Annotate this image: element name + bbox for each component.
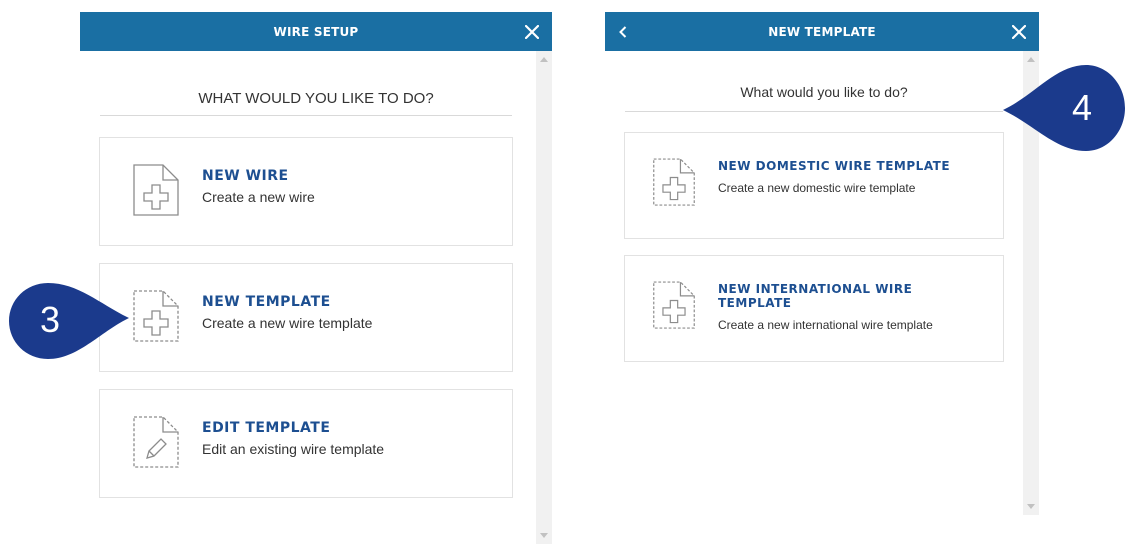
- scroll-down-arrow[interactable]: [536, 528, 552, 544]
- option-subtitle: Create a new wire template: [202, 315, 373, 331]
- new-wire-option[interactable]: NEW WIRE Create a new wire: [99, 137, 513, 246]
- close-icon: [525, 24, 539, 39]
- dashed-document-plus-icon: [651, 280, 697, 337]
- callout-label: 3: [39, 299, 61, 340]
- option-title: NEW WIRE: [202, 168, 289, 184]
- panel-header: WIRE SETUP: [80, 12, 552, 51]
- option-text: NEW WIRE Create a new wire: [202, 168, 315, 205]
- dashed-document-plus-icon: [651, 157, 697, 214]
- option-subtitle: Edit an existing wire template: [202, 441, 385, 457]
- option-text: NEW TEMPLATE Create a new wire template: [202, 294, 372, 331]
- new-international-wire-template-option[interactable]: NEW INTERNATIONAL WIRE TEMPLATE Create a…: [624, 255, 1004, 362]
- document-plus-icon: [131, 164, 181, 223]
- prompt-question: WHAT WOULD YOU LIKE TO DO?: [198, 90, 434, 107]
- panel-title: NEW TEMPLATE: [768, 24, 876, 39]
- new-template-panel: NEW TEMPLATE What would you like to do? …: [605, 12, 1039, 515]
- dashed-document-pencil-icon: [131, 416, 181, 475]
- option-text: EDIT TEMPLATE Edit an existing wire temp…: [202, 420, 384, 457]
- new-domestic-wire-template-option[interactable]: NEW DOMESTIC WIRE TEMPLATE Create a new …: [624, 132, 1004, 239]
- option-subtitle: Create a new wire: [202, 189, 315, 205]
- panel-title: WIRE SETUP: [273, 24, 359, 39]
- callout-badge-4: 4: [1002, 64, 1126, 152]
- option-title: NEW TEMPLATE: [202, 294, 331, 310]
- back-button[interactable]: [611, 12, 635, 51]
- prompt-question: What would you like to do?: [740, 84, 908, 100]
- dashed-document-plus-icon: [131, 290, 181, 349]
- close-button[interactable]: [512, 12, 552, 51]
- option-title: NEW INTERNATIONAL WIRE TEMPLATE: [718, 282, 913, 310]
- scroll-down-arrow[interactable]: [1023, 499, 1039, 515]
- panel-header: NEW TEMPLATE: [605, 12, 1039, 51]
- chevron-left-icon: [619, 25, 627, 38]
- scroll-up-arrow[interactable]: [536, 51, 552, 67]
- option-subtitle: Create a new international wire template: [718, 318, 933, 332]
- wire-setup-panel: WIRE SETUP WHAT WOULD YOU LIKE TO DO? NE…: [80, 12, 552, 544]
- callout-badge-3: 3: [8, 282, 130, 360]
- option-text: NEW DOMESTIC WIRE TEMPLATE Create a new …: [718, 159, 958, 195]
- close-button[interactable]: [999, 12, 1039, 51]
- scrollbar[interactable]: [536, 51, 552, 544]
- divider: [100, 115, 512, 116]
- option-title: NEW DOMESTIC WIRE TEMPLATE: [718, 159, 951, 173]
- close-icon: [1012, 24, 1026, 39]
- edit-template-option[interactable]: EDIT TEMPLATE Edit an existing wire temp…: [99, 389, 513, 498]
- divider: [625, 111, 1003, 112]
- option-subtitle: Create a new domestic wire template: [718, 181, 916, 195]
- callout-label: 4: [1071, 87, 1093, 128]
- option-text: NEW INTERNATIONAL WIRE TEMPLATE Create a…: [718, 282, 968, 332]
- option-title: EDIT TEMPLATE: [202, 420, 331, 436]
- new-template-option[interactable]: NEW TEMPLATE Create a new wire template: [99, 263, 513, 372]
